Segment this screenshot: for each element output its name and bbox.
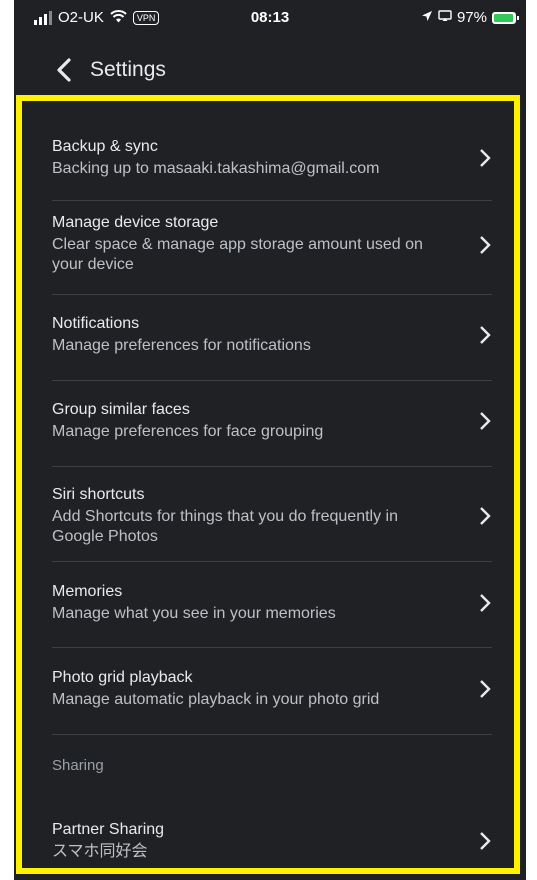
back-button[interactable] bbox=[50, 55, 80, 85]
chevron-right-icon bbox=[480, 680, 491, 698]
chevron-right-icon bbox=[480, 412, 491, 430]
chevron-right-icon bbox=[480, 149, 491, 167]
chevron-right-icon bbox=[480, 594, 491, 612]
phone-screen: O2-UK VPN 08:13 97% Settings Backup & sy… bbox=[14, 0, 526, 880]
chevron-right-icon bbox=[480, 832, 491, 850]
settings-item-subtitle: Clear space & manage app storage amount … bbox=[52, 236, 423, 273]
settings-item-backup-sync[interactable]: Backup & sync Backing up to masaaki.taka… bbox=[52, 137, 492, 201]
settings-item-memories[interactable]: Memories Manage what you see in your mem… bbox=[52, 582, 492, 648]
section-header-sharing: Sharing bbox=[52, 757, 104, 774]
settings-item-subtitle: Manage preferences for face grouping bbox=[52, 423, 324, 440]
settings-item-title: Backup & sync bbox=[52, 138, 158, 155]
chevron-left-icon bbox=[57, 58, 71, 82]
divider bbox=[52, 647, 492, 648]
settings-item-subtitle: スマホ同好会 bbox=[52, 843, 148, 860]
settings-item-title: Siri shortcuts bbox=[52, 486, 145, 503]
settings-item-title: Manage device storage bbox=[52, 214, 219, 231]
battery-level-fill bbox=[494, 13, 514, 22]
battery-percent: 97% bbox=[456, 9, 487, 26]
status-right: 97% bbox=[421, 9, 519, 26]
settings-item-subtitle: Manage preferences for notifications bbox=[52, 337, 311, 354]
settings-item-title: Notifications bbox=[52, 315, 140, 332]
settings-item-siri-shortcuts[interactable]: Siri shortcuts Add Shortcuts for things … bbox=[52, 485, 492, 562]
settings-item-subtitle: Manage what you see in your memories bbox=[52, 605, 336, 622]
status-bar: O2-UK VPN 08:13 97% bbox=[14, 0, 526, 40]
settings-item-subtitle: Manage automatic playback in your photo … bbox=[52, 691, 380, 708]
divider bbox=[52, 200, 492, 201]
location-arrow-icon bbox=[421, 9, 433, 26]
divider bbox=[52, 466, 492, 467]
divider bbox=[52, 294, 492, 295]
settings-item-title: Group similar faces bbox=[52, 401, 190, 418]
settings-item-title: Memories bbox=[52, 583, 123, 600]
settings-item-photo-grid-playback[interactable]: Photo grid playback Manage automatic pla… bbox=[52, 668, 492, 735]
settings-item-title: Partner Sharing bbox=[52, 821, 165, 838]
settings-item-subtitle: Add Shortcuts for things that you do fre… bbox=[52, 508, 398, 545]
chevron-right-icon bbox=[480, 236, 491, 254]
divider bbox=[52, 734, 492, 735]
battery-icon bbox=[492, 11, 519, 24]
settings-item-group-similar-faces[interactable]: Group similar faces Manage preferences f… bbox=[52, 400, 492, 467]
settings-item-subtitle: Backing up to masaaki.takashima@gmail.co… bbox=[52, 160, 380, 177]
chevron-right-icon bbox=[480, 326, 491, 344]
settings-item-notifications[interactable]: Notifications Manage preferences for not… bbox=[52, 314, 492, 381]
chevron-right-icon bbox=[480, 507, 491, 525]
divider bbox=[52, 380, 492, 381]
page-title: Settings bbox=[90, 58, 166, 81]
settings-item-partner-sharing[interactable]: Partner Sharing スマホ同好会 bbox=[52, 820, 492, 868]
settings-item-title: Photo grid playback bbox=[52, 669, 193, 686]
header: Settings bbox=[14, 46, 526, 96]
settings-list-highlight: Backup & sync Backing up to masaaki.taka… bbox=[16, 95, 520, 874]
screen-mirroring-icon bbox=[438, 9, 452, 26]
settings-item-manage-device-storage[interactable]: Manage device storage Clear space & mana… bbox=[52, 213, 492, 295]
divider bbox=[52, 561, 492, 562]
